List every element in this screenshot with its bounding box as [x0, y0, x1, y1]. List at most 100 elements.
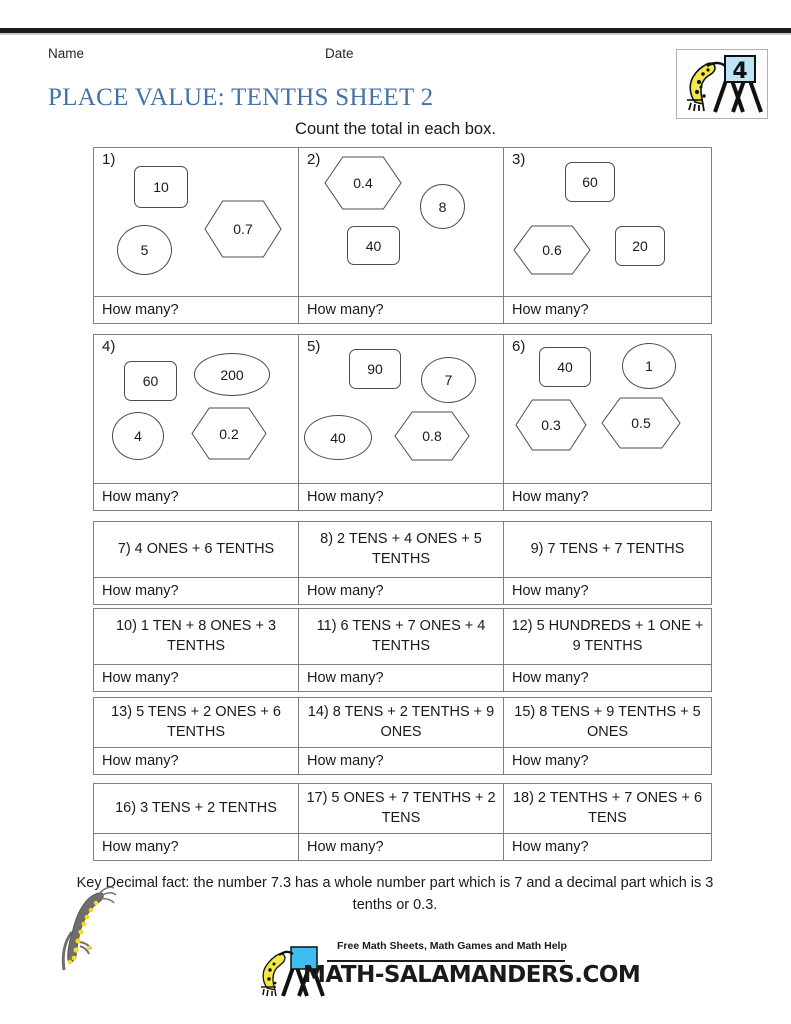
shape-question-row-1: 1) 10 0.7 5 How many? 2) 0.4 8 40 How many? 3) 60 0.… [93, 147, 712, 324]
shape-question-cell: 4) 60 200 4 0.2 How many? [94, 335, 299, 510]
text-question-cell: 16) 3 TENS + 2 TENTHS How many? [94, 784, 299, 860]
how-many-answer-line[interactable]: How many? [299, 578, 503, 604]
shape-value: 1 [645, 358, 653, 374]
question-number: 1) [102, 151, 116, 168]
worksheet-page: Name Date PLACE VALUE: TENTHS SHEET 2 Co… [0, 0, 791, 1024]
question-number: 4) [102, 338, 116, 355]
how-many-answer-line[interactable]: How many? [504, 665, 711, 691]
shape-value: 0.2 [219, 425, 239, 442]
text-question-row-1: 7) 4 ONES + 6 TENTHS How many? 8) 2 TENS +… [93, 521, 712, 605]
how-many-answer-line[interactable]: How many? [504, 297, 711, 324]
how-many-answer-line[interactable]: How many? [504, 748, 711, 774]
question-text: 8) 2 TENS + 4 ONES + 5 TENTHS [299, 522, 503, 578]
how-many-answer-line[interactable]: How many? [299, 834, 503, 860]
text-question-row-3: 13) 5 TENS + 2 ONES + 6 TENTHS How many? 1… [93, 697, 712, 775]
question-number: 5) [307, 338, 321, 355]
value-shape-rounded-rect: 20 [615, 226, 665, 266]
question-number: 3) [512, 151, 526, 168]
text-question-cell: 11) 6 TENS + 7 ONES + 4 TENTHS How many? [299, 609, 504, 691]
value-shape-rounded-rect: 10 [134, 166, 188, 208]
how-many-answer-line[interactable]: How many? [504, 834, 711, 860]
question-text: 16) 3 TENS + 2 TENTHS [94, 784, 298, 834]
value-shape-hexagon: 0.7 [204, 200, 282, 258]
shape-question-cell: 2) 0.4 8 40 How many? [299, 148, 504, 323]
question-text: 14) 8 TENS + 2 TENTHS + 9 ONES [299, 698, 503, 748]
value-shape-hexagon: 0.2 [191, 407, 267, 460]
shape-value: 7 [444, 372, 453, 388]
value-shape-rounded-rect: 60 [124, 361, 177, 401]
shape-canvas: 1) 10 0.7 5 [94, 148, 298, 297]
how-many-answer-line[interactable]: How many? [94, 748, 298, 774]
value-shape-ellipse: 200 [194, 353, 270, 396]
salamander-decoration-icon [58, 884, 120, 972]
shape-value: 5 [140, 242, 149, 258]
shape-question-row-2: 4) 60 200 4 0.2 How many? 5) 90 7 40 0.8 How many? 6… [93, 334, 712, 511]
shape-canvas: 3) 60 0.6 20 [504, 148, 711, 297]
shape-question-cell: 5) 90 7 40 0.8 How many? [299, 335, 504, 510]
text-question-cell: 15) 8 TENS + 9 TENTHS + 5 ONES How many? [504, 698, 711, 774]
value-shape-ellipse: 1 [622, 343, 676, 389]
question-text: 15) 8 TENS + 9 TENTHS + 5 ONES [504, 698, 711, 748]
text-question-cell: 14) 8 TENS + 2 TENTHS + 9 ONES How many? [299, 698, 504, 774]
question-text: 12) 5 HUNDREDS + 1 ONE + 9 TENTHS [504, 609, 711, 665]
how-many-answer-line[interactable]: How many? [299, 748, 503, 774]
shape-value: 200 [220, 366, 244, 383]
how-many-answer-line[interactable]: How many? [94, 578, 298, 604]
grade-badge-logo: 4 [676, 49, 768, 119]
value-shape-circle: 8 [420, 184, 465, 229]
text-question-cell: 8) 2 TENS + 4 ONES + 5 TENTHS How many? [299, 522, 504, 604]
shape-value: 0.4 [353, 175, 373, 191]
page-subtitle: Count the total in each box. [295, 120, 496, 138]
shape-value: 10 [153, 179, 169, 195]
question-number: 2) [307, 151, 321, 168]
shape-canvas: 4) 60 200 4 0.2 [94, 335, 298, 484]
text-question-cell: 18) 2 TENTHS + 7 ONES + 6 TENS How many? [504, 784, 711, 860]
value-shape-rounded-rect: 90 [349, 349, 401, 389]
shape-value: 40 [557, 359, 573, 375]
key-fact-text: Key Decimal fact: the number 7.3 has a w… [76, 875, 714, 914]
value-shape-hexagon: 0.6 [513, 225, 591, 275]
question-number: 6) [512, 338, 526, 355]
text-question-cell: 9) 7 TENS + 7 TENTHS How many? [504, 522, 711, 604]
value-shape-rounded-rect: 40 [539, 347, 591, 387]
value-shape-circle: 4 [112, 412, 164, 460]
text-question-cell: 10) 1 TEN + 8 ONES + 3 TENTHS How many? [94, 609, 299, 691]
how-many-answer-line[interactable]: How many? [504, 578, 711, 604]
how-many-answer-line[interactable]: How many? [504, 484, 711, 511]
question-text: 13) 5 TENS + 2 ONES + 6 TENTHS [94, 698, 298, 748]
shape-value: 0.7 [233, 221, 253, 237]
value-shape-ellipse: 7 [421, 357, 476, 403]
shape-question-cell: 1) 10 0.7 5 How many? [94, 148, 299, 323]
shape-value: 0.6 [542, 242, 562, 258]
how-many-answer-line[interactable]: How many? [94, 484, 298, 511]
text-question-cell: 7) 4 ONES + 6 TENTHS How many? [94, 522, 299, 604]
how-many-answer-line[interactable]: How many? [94, 665, 298, 691]
shape-value: 60 [582, 174, 598, 190]
how-many-answer-line[interactable]: How many? [299, 665, 503, 691]
site-logo[interactable]: Free Math Sheets, Math Games and Math He… [255, 938, 641, 1000]
value-shape-hexagon: 0.5 [601, 397, 681, 449]
value-shape-hexagon: 0.4 [324, 156, 402, 210]
shape-canvas: 6) 40 1 0.3 0.5 [504, 335, 711, 484]
how-many-answer-line[interactable]: How many? [94, 297, 298, 324]
value-shape-hexagon: 0.3 [515, 399, 587, 451]
how-many-answer-line[interactable]: How many? [299, 484, 503, 511]
shape-value: 40 [365, 237, 382, 254]
shape-value: 0.5 [631, 415, 651, 431]
value-shape-circle: 5 [117, 225, 172, 275]
text-question-row-4: 16) 3 TENS + 2 TENTHS How many? 17) 5 ONES… [93, 783, 712, 861]
text-question-cell: 17) 5 ONES + 7 TENTHS + 2 TENS How many? [299, 784, 504, 860]
how-many-answer-line[interactable]: How many? [94, 834, 298, 860]
name-label: Name [48, 46, 85, 61]
question-text: 9) 7 TENS + 7 TENTHS [504, 522, 711, 578]
shape-value: 0.8 [422, 428, 442, 444]
value-shape-rounded-rect: 40 [347, 226, 400, 265]
how-many-answer-line[interactable]: How many? [299, 297, 503, 324]
shape-value: 0.3 [541, 417, 561, 433]
question-text: 17) 5 ONES + 7 TENTHS + 2 TENS [299, 784, 503, 834]
shape-value: 20 [632, 238, 648, 254]
value-shape-rounded-rect: 60 [565, 162, 615, 202]
question-text: 11) 6 TENS + 7 ONES + 4 TENTHS [299, 609, 503, 665]
value-shape-hexagon: 0.8 [394, 411, 470, 461]
shape-value: 8 [438, 198, 447, 215]
